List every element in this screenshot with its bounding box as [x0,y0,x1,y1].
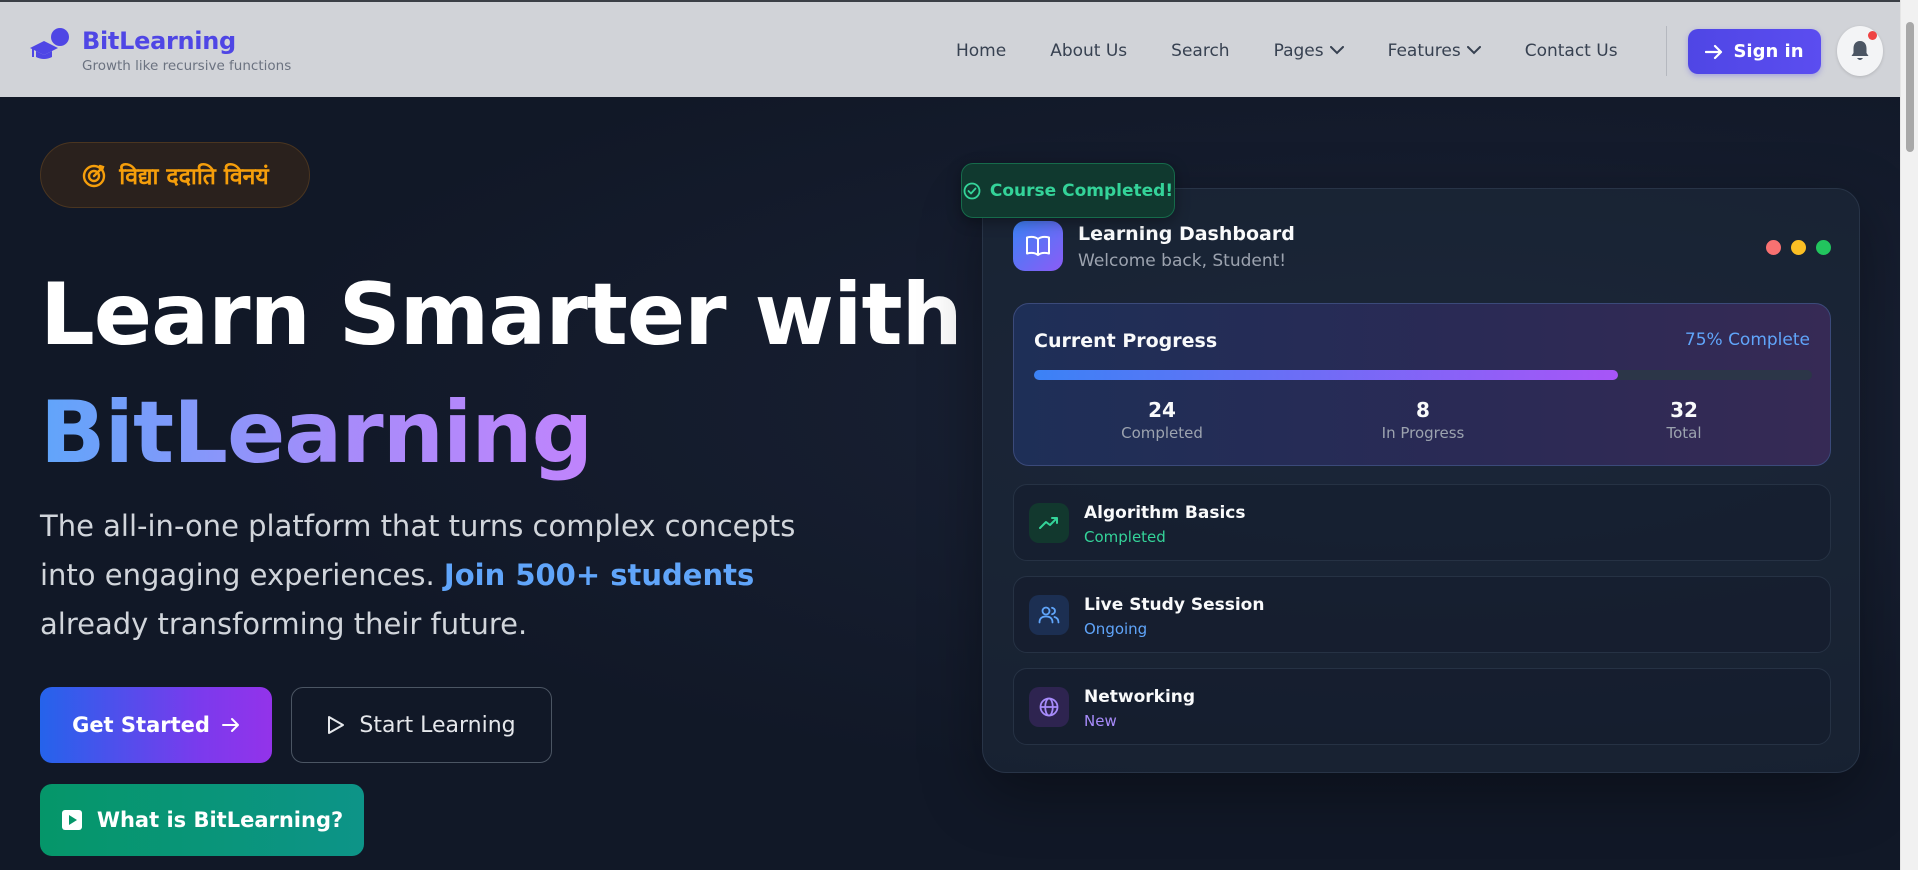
nav-label: Home [956,40,1007,61]
item-title: Algorithm Basics [1084,503,1246,523]
globe-icon [1029,687,1069,727]
start-learning-button[interactable]: Start Learning [291,687,552,763]
list-item-live-study-session[interactable]: Live Study Session Ongoing [1013,576,1831,653]
current-progress-panel: Current Progress 75% Complete 24 Complet… [1013,303,1831,466]
nav-item-contact-us[interactable]: Contact Us [1525,41,1618,61]
stat-in-progress: 8 In Progress [1323,398,1523,444]
yellow-dot [1791,240,1806,255]
nav-label: About Us [1050,40,1128,61]
arrow-right-icon [221,718,239,732]
lead-highlight: Join 500+ students [443,558,755,592]
list-item-networking[interactable]: Networking New [1013,668,1831,745]
nav-item-about-us[interactable]: About Us [1050,41,1127,61]
motto-text: विद्या ददाति विनयं [119,164,269,190]
window-dots [1756,240,1831,255]
nav-item-search[interactable]: Search [1171,41,1229,61]
stat-total: 32 Total [1584,398,1784,444]
trending-up-icon [1029,503,1069,543]
site-header: BitLearning Growth like recursive functi… [0,0,1900,97]
sign-in-label: Sign in [1733,41,1804,62]
stat-label: In Progress [1381,424,1465,442]
stat-value: 32 [1670,398,1698,422]
brand-name: BitLearning [82,27,236,55]
chevron-down-icon [1329,46,1344,55]
play-icon [328,716,345,734]
headline-line-1: Learn Smarter with [40,265,963,365]
item-status: Completed [1084,528,1166,546]
progress-title: Current Progress [1034,330,1218,352]
dashboard-title: Learning Dashboard [1078,223,1295,245]
book-open-icon [1013,221,1063,271]
stat-value: 24 [1148,398,1176,422]
learning-dashboard-card: Learning Dashboard Welcome back, Student… [982,188,1860,773]
get-started-button[interactable]: Get Started [40,687,272,763]
page: BitLearning Growth like recursive functi… [0,0,1918,870]
progress-bar-track [1034,370,1812,380]
arrow-right-icon [1705,44,1723,59]
stat-label: Total [1666,424,1702,442]
nav-item-features[interactable]: Features [1388,41,1481,61]
users-icon [1029,595,1069,635]
nav-label: Search [1171,40,1230,61]
item-status: Ongoing [1084,620,1148,638]
progress-bar-fill [1034,370,1618,380]
nav-label: Pages [1273,40,1324,61]
video-play-icon [61,810,82,830]
hero-lead: The all-in-one platform that turns compl… [40,502,860,649]
course-completed-badge: Course Completed! [961,163,1175,218]
item-status: New [1084,712,1117,730]
brand-tagline: Growth like recursive functions [82,58,292,74]
notification-dot [1868,31,1877,40]
nav-item-home[interactable]: Home [956,41,1006,61]
target-icon [83,164,106,188]
item-title: Networking [1084,687,1196,707]
nav-item-pages[interactable]: Pages [1274,41,1344,61]
list-item-algorithm-basics[interactable]: Algorithm Basics Completed [1013,484,1831,561]
green-dot [1816,240,1831,255]
check-circle-icon [963,182,981,199]
stat-completed: 24 Completed [1062,398,1262,444]
graduation-cap-icon [28,26,74,62]
headline-brand: BitLearning [40,383,593,483]
notification-button[interactable] [1837,26,1883,76]
badge-label: Course Completed! [989,180,1174,201]
lead-text: already transforming their future. [40,607,528,641]
progress-percent: 75% Complete [1684,330,1810,350]
item-title: Live Study Session [1084,595,1265,615]
what-is-bitlearning-button[interactable]: What is BitLearning? [40,784,364,856]
start-learning-label: Start Learning [359,712,516,738]
stat-label: Completed [1121,424,1203,442]
what-is-label: What is BitLearning? [96,808,344,832]
get-started-label: Get Started [72,713,210,737]
motto-badge: विद्या ददाति विनयं [40,142,310,208]
main-nav: Home About Us Search Pages Features Cont… [956,2,1662,99]
nav-divider [1666,26,1667,76]
scrollbar-thumb[interactable] [1906,22,1914,152]
dashboard-subtitle: Welcome back, Student! [1078,251,1287,271]
page-scrollbar[interactable] [1900,0,1918,870]
chevron-down-icon [1466,46,1481,55]
brand[interactable]: BitLearning Growth like recursive functi… [28,26,291,75]
sign-in-button[interactable]: Sign in [1688,29,1821,74]
nav-label: Contact Us [1524,40,1618,61]
red-dot [1766,240,1781,255]
stat-value: 8 [1416,398,1430,422]
nav-label: Features [1387,40,1461,61]
bell-icon [1851,41,1869,60]
